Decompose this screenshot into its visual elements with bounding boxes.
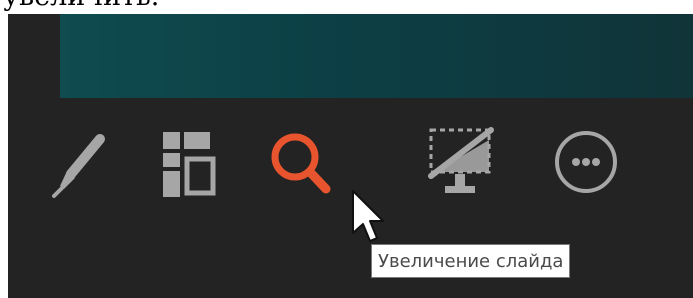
mouse-pointer-icon xyxy=(352,190,384,242)
slide-preview xyxy=(60,14,693,98)
document-text: увеличить. xyxy=(3,0,159,10)
slides-grid-icon xyxy=(163,132,216,197)
document-text-strip: увеличить. xyxy=(0,0,693,14)
slideshow-screen: Увеличение слайда xyxy=(8,14,693,298)
tooltip: Увеличение слайда xyxy=(371,244,571,278)
zoom-into-slide-button[interactable] xyxy=(253,116,349,216)
pen-icon xyxy=(52,134,105,198)
ellipsis-circle-icon xyxy=(555,131,617,193)
more-options-button[interactable] xyxy=(538,116,634,216)
black-screen-button[interactable] xyxy=(411,116,507,216)
screen-off-icon xyxy=(428,127,494,193)
magnifier-icon xyxy=(271,133,331,194)
see-all-slides-button[interactable] xyxy=(141,116,237,216)
tooltip-text: Увеличение слайда xyxy=(378,250,564,272)
pen-tool-button[interactable] xyxy=(30,116,126,216)
